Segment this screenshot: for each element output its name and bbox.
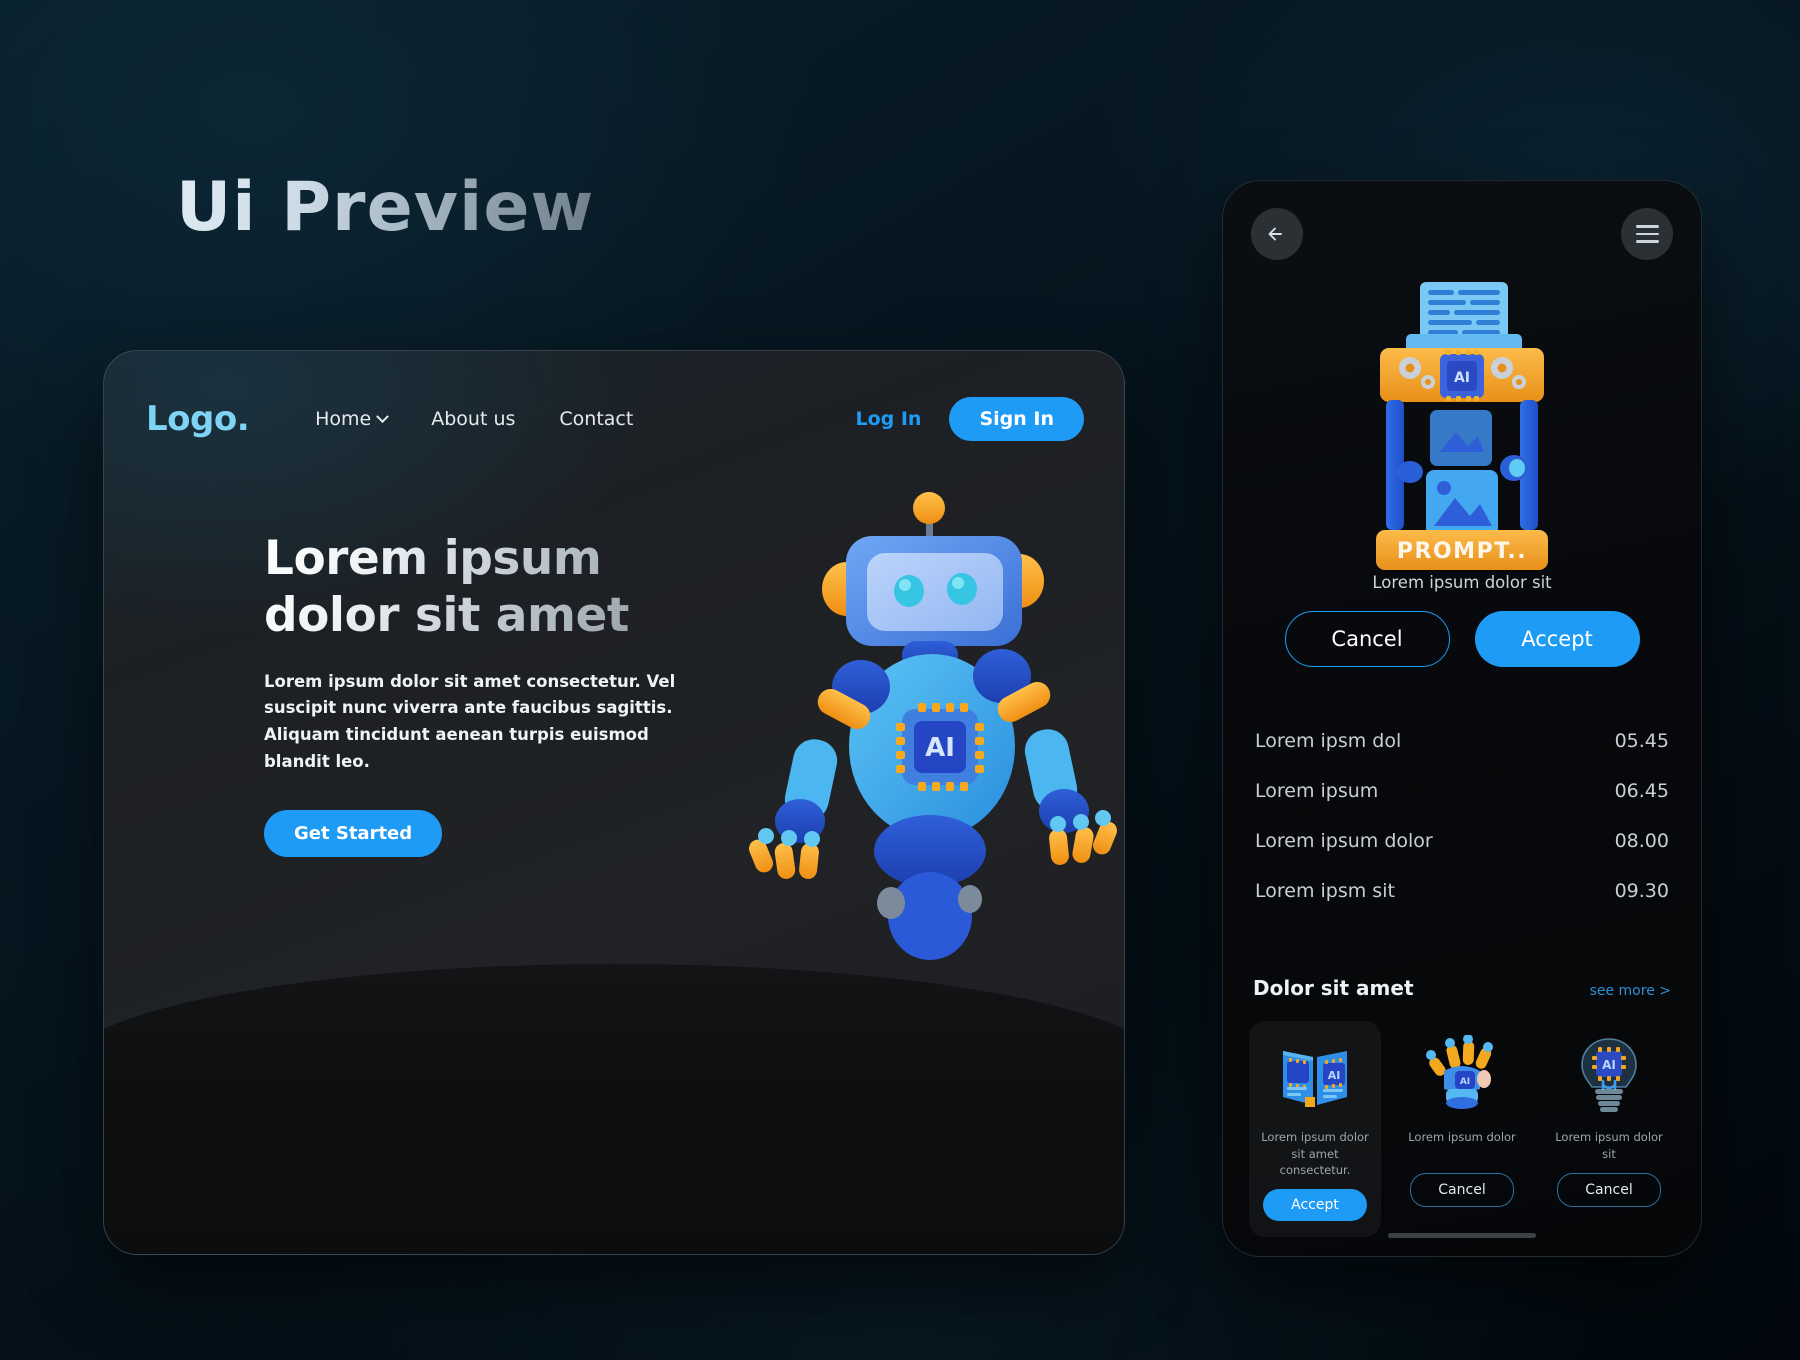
list-item-time: 05.45 [1614, 730, 1669, 752]
mobile-card[interactable]: AI Lorem ipsum dolor Cancel [1396, 1021, 1528, 1237]
logo[interactable]: Logo. [146, 399, 250, 439]
mobile-preview-panel: AI PROMPT.. Lorem ipsum dolor sit Cancel… [1222, 180, 1702, 1257]
home-indicator [1388, 1233, 1536, 1238]
desktop-preview-card: Logo. Home About us Contact Log In Sign … [103, 350, 1125, 1255]
nav-item-home[interactable]: Home [315, 408, 390, 430]
svg-text:AI: AI [925, 733, 955, 763]
mobile-section-header: Dolor sit amet see more > [1253, 976, 1671, 1000]
svg-text:AI: AI [1454, 370, 1470, 386]
mobile-card-label: Lorem ipsum dolor sit amet consectetur. [1261, 1130, 1369, 1178]
hero-title-line2: dolor sit amet [264, 587, 629, 643]
mobile-schedule-list: Lorem ipsm dol 05.45 Lorem ipsum 06.45 L… [1253, 716, 1671, 916]
nav-item-home-label: Home [315, 408, 372, 430]
list-item-label: Lorem ipsum [1255, 780, 1379, 802]
ai-robot-illustration: AI [734, 491, 1124, 971]
list-item-label: Lorem ipsm dol [1255, 730, 1402, 752]
hero-title-line1: Lorem ipsum [264, 531, 602, 586]
see-more-link[interactable]: see more > [1590, 983, 1671, 999]
mobile-topbar [1251, 208, 1673, 260]
nav-links: Home About us Contact [315, 408, 633, 430]
mobile-accept-button[interactable]: Accept [1474, 611, 1640, 667]
signin-button[interactable]: Sign In [949, 397, 1084, 441]
list-item[interactable]: Lorem ipsum 06.45 [1253, 766, 1671, 816]
mobile-cancel-button[interactable]: Cancel [1284, 611, 1450, 667]
list-item[interactable]: Lorem ipsm dol 05.45 [1253, 716, 1671, 766]
chevron-down-icon [376, 409, 390, 423]
list-item[interactable]: Lorem ipsum dolor 08.00 [1253, 816, 1671, 866]
login-link[interactable]: Log In [855, 408, 921, 430]
ai-lightbulb-icon: AI [1567, 1033, 1651, 1117]
ai-prompt-machine-illustration: AI PROMPT.. [1362, 276, 1562, 576]
mobile-card-cancel-button[interactable]: Cancel [1557, 1173, 1661, 1207]
list-item-time: 09.30 [1614, 880, 1669, 902]
desktop-navbar: Logo. Home About us Contact Log In Sign … [146, 393, 1084, 445]
hero-get-started-button[interactable]: Get Started [264, 809, 443, 857]
mobile-card-accept-button[interactable]: Accept [1263, 1189, 1367, 1222]
arrow-left-icon [1268, 227, 1282, 241]
section-title: Dolor sit amet [1253, 976, 1414, 1000]
list-item-label: Lorem ipsm sit [1255, 880, 1395, 902]
hero-section: Lorem ipsum dolor sit amet Lorem ipsum d… [264, 531, 694, 857]
menu-button[interactable] [1621, 208, 1673, 260]
hero-title: Lorem ipsum dolor sit amet [264, 531, 694, 645]
ai-book-icon: AI [1273, 1033, 1357, 1117]
mobile-card-label: Lorem ipsum dolor [1408, 1130, 1516, 1144]
nav-item-about[interactable]: About us [431, 408, 515, 430]
svg-text:AI: AI [1328, 1069, 1341, 1082]
mobile-card[interactable]: AI Lorem ipsum dolor sit Cancel [1543, 1021, 1675, 1237]
list-item-time: 06.45 [1614, 780, 1669, 802]
mobile-card-cancel-button[interactable]: Cancel [1410, 1173, 1514, 1207]
ai-robot-hand-icon: AI [1420, 1033, 1504, 1117]
svg-text:AI: AI [1602, 1058, 1616, 1072]
mobile-action-buttons: Cancel Accept [1223, 611, 1701, 667]
nav-actions: Log In Sign In [855, 397, 1084, 441]
mobile-hero-caption: Lorem ipsum dolor sit [1372, 573, 1552, 592]
hamburger-menu-icon [1635, 225, 1659, 243]
hero-paragraph: Lorem ipsum dolor sit amet consectetur. … [264, 671, 676, 771]
mobile-card[interactable]: AI Lorem ipsum dolor sit amet consectetu… [1249, 1021, 1381, 1238]
list-item[interactable]: Lorem ipsm sit 09.30 [1253, 866, 1671, 916]
svg-text:AI: AI [1460, 1077, 1470, 1087]
svg-text:PROMPT..: PROMPT.. [1397, 539, 1527, 564]
mobile-card-label: Lorem ipsum dolor sit [1555, 1130, 1663, 1161]
list-item-label: Lorem ipsum dolor [1255, 830, 1433, 852]
list-item-time: 08.00 [1614, 830, 1669, 852]
page-title: Ui Preview [176, 168, 595, 247]
mobile-card-row: AI Lorem ipsum dolor sit amet consectetu… [1249, 1021, 1675, 1238]
back-button[interactable] [1251, 208, 1303, 260]
nav-item-contact[interactable]: Contact [559, 408, 633, 430]
